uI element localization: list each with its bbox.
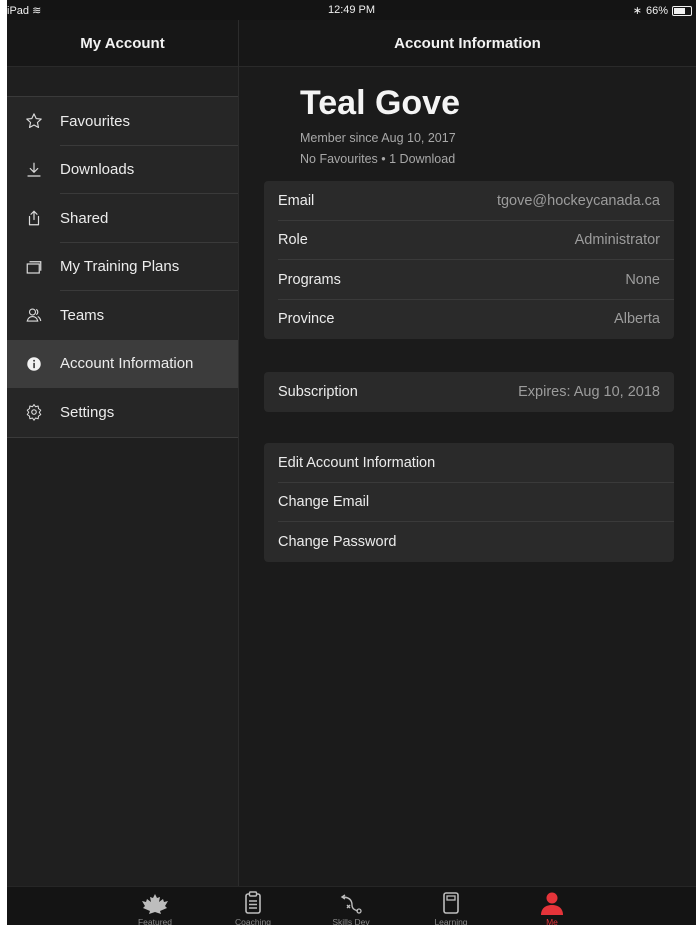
subscription-group: Subscription Expires: Aug 10, 2018 — [264, 372, 674, 412]
action-label: Change Email — [278, 494, 370, 511]
tab-label: Coaching — [235, 917, 271, 925]
sidebar-item-label: Account Information — [60, 355, 194, 373]
detail-value: Administrator — [574, 232, 660, 249]
subscription-value: Expires: Aug 10, 2018 — [518, 383, 660, 400]
subscription-row: Subscription Expires: Aug 10, 2018 — [264, 372, 674, 412]
profile-name: Teal Gove — [300, 84, 460, 122]
status-bar: iPad ≋ 12:49 PM ∗ 66% — [7, 0, 696, 20]
sidebar-item-label: Settings — [60, 403, 115, 421]
sidebar-title: My Account — [7, 20, 238, 67]
detail-row-programs: Programs None — [264, 260, 674, 300]
profile-stats: No Favourites • 1 Download — [300, 152, 456, 166]
tab-featured[interactable]: Featured — [120, 889, 190, 925]
main-panel: Account Information Teal Gove Member sin… — [239, 20, 696, 886]
tab-me[interactable]: Me — [517, 889, 587, 925]
sidebar-item-label: Shared — [60, 209, 109, 227]
download-icon — [24, 160, 44, 180]
app-screen: iPad ≋ 12:49 PM ∗ 66% My Account Favouri… — [7, 0, 696, 925]
member-since: Member since Aug 10, 2017 — [300, 131, 456, 145]
detail-label: Role — [278, 232, 308, 249]
detail-label: Programs — [278, 271, 341, 288]
tab-learning[interactable]: Learning — [416, 889, 486, 925]
detail-label: Email — [278, 192, 315, 209]
sidebar-list: Favourites Downloads Shared My Training … — [7, 96, 238, 438]
account-details-group: Email tgove@hockeycanada.ca Role Adminis… — [264, 181, 674, 339]
detail-value: Alberta — [614, 311, 660, 328]
sidebar-item-label: Favourites — [60, 112, 131, 130]
teams-icon — [24, 305, 44, 325]
action-label: Edit Account Information — [278, 454, 436, 471]
status-right: ∗ 66% — [633, 4, 692, 17]
sidebar-item-label: Teams — [60, 306, 105, 324]
tab-bar: Featured Coaching Skills Dev Learning Me — [7, 886, 696, 925]
training-plans-icon — [24, 257, 44, 277]
tab-label: Me — [546, 917, 558, 925]
change-password-button[interactable]: Change Password — [264, 522, 674, 562]
account-actions-group: Edit Account Information Change Email Ch… — [264, 443, 674, 562]
detail-row-email: Email tgove@hockeycanada.ca — [264, 181, 674, 221]
sidebar-item-favourites[interactable]: Favourites — [7, 97, 238, 146]
battery-icon — [672, 5, 692, 16]
detail-value: None — [625, 271, 660, 288]
book-icon — [442, 889, 460, 915]
tab-skills-dev[interactable]: Skills Dev — [316, 889, 386, 925]
detail-value: tgove@hockeycanada.ca — [496, 192, 660, 209]
sidebar-item-downloads[interactable]: Downloads — [7, 146, 238, 194]
tab-label: Skills Dev — [332, 917, 370, 925]
clipboard-icon — [244, 889, 262, 915]
tab-label: Featured — [137, 917, 173, 925]
maple-leaf-icon — [140, 889, 170, 915]
sidebar-item-training-plans[interactable]: My Training Plans — [7, 243, 238, 291]
sidebar-item-account-information[interactable]: Account Information — [7, 339, 238, 388]
gear-icon — [24, 402, 44, 422]
sidebar-item-label: Downloads — [60, 161, 135, 179]
tab-label: Learning — [434, 917, 468, 925]
share-icon — [24, 208, 44, 228]
page-title: Account Information — [239, 20, 696, 67]
action-label: Change Password — [278, 533, 397, 550]
detail-row-province: Province Alberta — [264, 300, 674, 340]
sidebar-item-teams[interactable]: Teams — [7, 291, 238, 340]
status-time: 12:49 PM — [327, 4, 376, 16]
star-icon — [24, 111, 44, 131]
bluetooth-icon: ∗ — [632, 5, 642, 17]
sidebar-item-shared[interactable]: Shared — [7, 194, 238, 243]
battery-percent: 66% — [645, 4, 668, 17]
detail-row-role: Role Administrator — [264, 221, 674, 260]
edit-account-information-button[interactable]: Edit Account Information — [264, 443, 674, 483]
sidebar-item-settings[interactable]: Settings — [7, 388, 238, 437]
tab-coaching[interactable]: Coaching — [218, 889, 288, 925]
detail-label: Province — [278, 311, 335, 328]
sidebar: My Account Favourites Downloads Shared M… — [7, 20, 239, 886]
play-diagram-icon — [339, 889, 363, 915]
sidebar-item-label: My Training Plans — [60, 258, 180, 276]
person-icon — [540, 889, 564, 915]
change-email-button[interactable]: Change Email — [264, 483, 674, 522]
info-icon — [24, 354, 44, 374]
subscription-label: Subscription — [278, 383, 358, 400]
